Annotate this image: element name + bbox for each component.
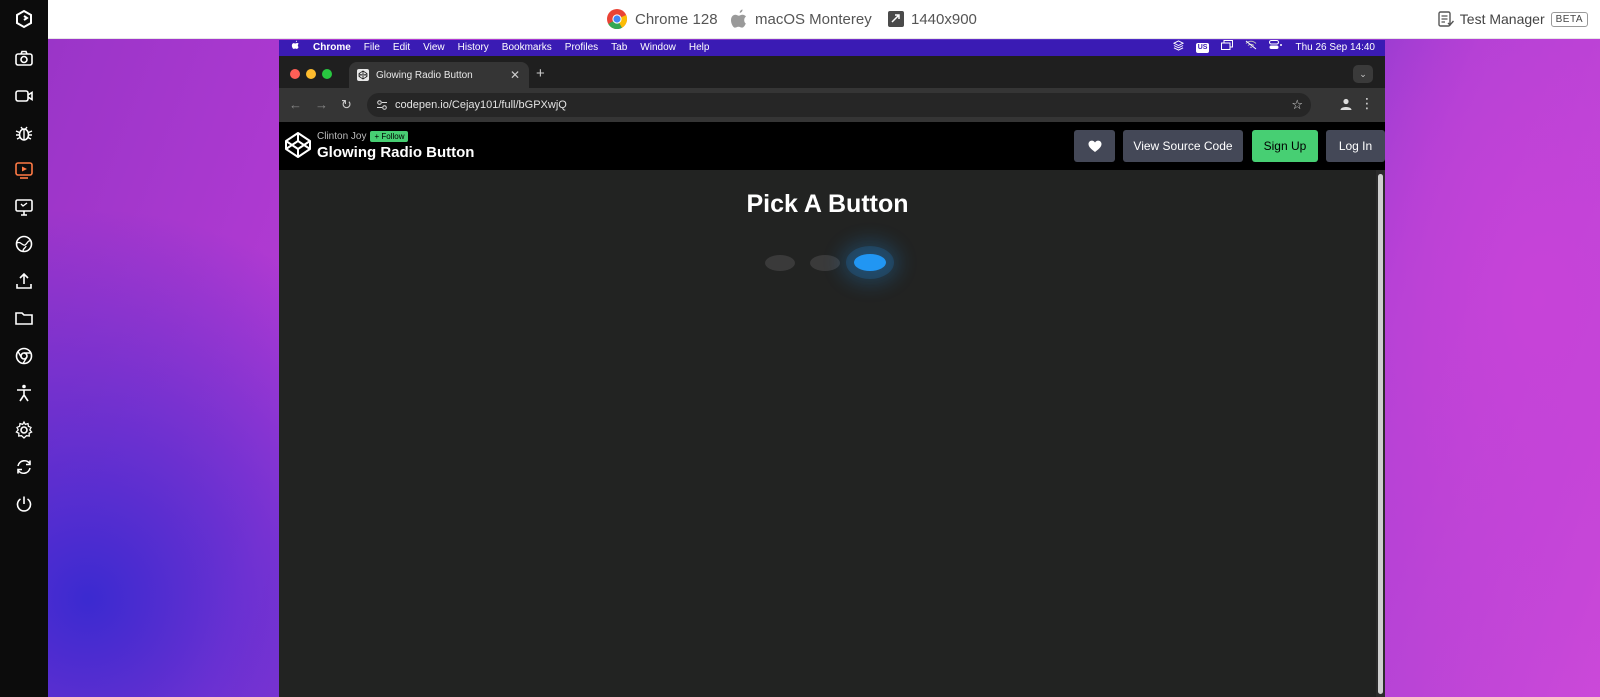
apple-menu-icon[interactable] xyxy=(291,40,300,56)
menu-edit[interactable]: Edit xyxy=(393,40,410,56)
menu-view[interactable]: View xyxy=(423,40,445,56)
page-scrollbar[interactable] xyxy=(1376,170,1385,697)
profile-icon[interactable] xyxy=(1339,97,1353,111)
menu-app-name[interactable]: Chrome xyxy=(313,40,351,56)
new-tab-icon[interactable]: + xyxy=(536,65,545,82)
folder-icon[interactable] xyxy=(9,303,39,333)
menu-window[interactable]: Window xyxy=(640,40,676,56)
codepen-favicon-icon xyxy=(357,69,369,81)
resolution-icon xyxy=(888,11,904,27)
window-close-button[interactable] xyxy=(290,69,300,79)
radio-button-1[interactable] xyxy=(765,255,795,271)
power-icon[interactable] xyxy=(9,489,39,519)
window-icon[interactable] xyxy=(1221,40,1234,56)
tab-search-icon[interactable]: ⌄ xyxy=(1353,65,1373,83)
codepen-logo-icon[interactable] xyxy=(283,130,313,160)
monitor-icon[interactable] xyxy=(9,192,39,222)
radio-button-2[interactable] xyxy=(810,255,840,271)
log-in-button[interactable]: Log In xyxy=(1326,130,1385,162)
remote-mac-screen: Chrome File Edit View History Bookmarks … xyxy=(279,40,1385,697)
video-icon[interactable] xyxy=(9,81,39,111)
browser-menu-icon[interactable]: ⋮ xyxy=(1360,95,1374,112)
forward-icon[interactable]: → xyxy=(315,97,328,112)
sync-icon[interactable] xyxy=(9,452,39,482)
settings-icon[interactable] xyxy=(9,415,39,445)
browser-toolbar: ← → ↻ codepen.io/Cejay101/full/bGPXwjQ ☆… xyxy=(279,88,1385,122)
beta-badge: BETA xyxy=(1550,11,1588,27)
bug-icon[interactable] xyxy=(9,118,39,148)
resolution-value: 1440x900 xyxy=(911,10,977,28)
chrome-icon[interactable] xyxy=(9,341,39,371)
session-info-bar: Chrome 128 macOS Monterey 1440x900 Test … xyxy=(48,0,1600,39)
wifi-off-icon[interactable] xyxy=(1245,40,1257,56)
tool-sidebar xyxy=(0,0,48,697)
page-heading: Pick A Button xyxy=(746,190,909,218)
menu-history[interactable]: History xyxy=(458,40,489,56)
layers-icon[interactable] xyxy=(1172,40,1184,57)
window-zoom-button[interactable] xyxy=(322,69,332,79)
camera-icon[interactable] xyxy=(9,43,39,73)
codepen-header: Clinton Joy + Follow Glowing Radio Butto… xyxy=(279,122,1385,170)
address-bar[interactable]: codepen.io/Cejay101/full/bGPXwjQ ☆ xyxy=(367,93,1311,117)
globe-icon[interactable] xyxy=(9,229,39,259)
menu-file[interactable]: File xyxy=(364,40,380,56)
upload-icon[interactable] xyxy=(9,266,39,296)
logo-icon[interactable] xyxy=(9,4,39,34)
radio-button-3-selected[interactable] xyxy=(854,254,886,271)
menu-profiles[interactable]: Profiles xyxy=(565,40,598,56)
mac-menubar: Chrome File Edit View History Bookmarks … xyxy=(279,40,1385,56)
menu-tab[interactable]: Tab xyxy=(611,40,627,56)
browser-version: Chrome 128 xyxy=(635,10,718,28)
author-name[interactable]: Clinton Joy xyxy=(317,131,366,142)
back-icon[interactable]: ← xyxy=(289,97,302,112)
input-source-icon[interactable]: US xyxy=(1195,43,1210,53)
follow-button[interactable]: + Follow xyxy=(370,131,409,142)
accessibility-icon[interactable] xyxy=(9,378,39,408)
control-center-icon[interactable] xyxy=(1269,40,1283,56)
tab-close-icon[interactable]: ✕ xyxy=(510,68,520,82)
view-source-code-button[interactable]: View Source Code xyxy=(1123,130,1243,162)
screen-record-icon[interactable] xyxy=(9,155,39,185)
os-info: macOS Monterey xyxy=(730,8,872,30)
tab-glowing-radio-button[interactable]: Glowing Radio Button ✕ xyxy=(349,62,529,88)
site-settings-icon[interactable] xyxy=(376,99,388,111)
os-version: macOS Monterey xyxy=(755,10,872,28)
reload-icon[interactable]: ↻ xyxy=(341,97,352,113)
url-text: codepen.io/Cejay101/full/bGPXwjQ xyxy=(395,99,567,111)
apple-icon xyxy=(731,9,746,28)
menu-help[interactable]: Help xyxy=(689,40,710,56)
tab-title: Glowing Radio Button xyxy=(376,69,473,81)
test-manager-icon xyxy=(1438,10,1454,27)
pen-author: Clinton Joy + Follow xyxy=(317,131,409,142)
window-minimize-button[interactable] xyxy=(306,69,316,79)
heart-icon xyxy=(1088,140,1101,152)
pen-title: Glowing Radio Button xyxy=(317,144,475,161)
menubar-datetime[interactable]: Thu 26 Sep 14:40 xyxy=(1295,40,1375,56)
scrollbar-thumb[interactable] xyxy=(1378,174,1383,694)
sign-up-button[interactable]: Sign Up xyxy=(1252,130,1318,162)
pen-preview: Pick A Button xyxy=(279,170,1376,697)
menu-bookmarks[interactable]: Bookmarks xyxy=(502,40,552,56)
browser-tab-strip: Glowing Radio Button ✕ + ⌄ xyxy=(279,56,1385,88)
chrome-logo-icon xyxy=(607,9,628,30)
bookmark-star-icon[interactable]: ☆ xyxy=(1291,97,1303,113)
browser-info: Chrome 128 xyxy=(606,8,718,30)
heart-button[interactable] xyxy=(1074,130,1115,162)
resolution-info: 1440x900 xyxy=(888,8,977,30)
test-manager-button[interactable]: Test Manager BETA xyxy=(1438,8,1588,30)
menubar-status-area: US Thu 26 Sep 14:40 xyxy=(1161,40,1375,56)
test-manager-label: Test Manager xyxy=(1459,11,1545,27)
